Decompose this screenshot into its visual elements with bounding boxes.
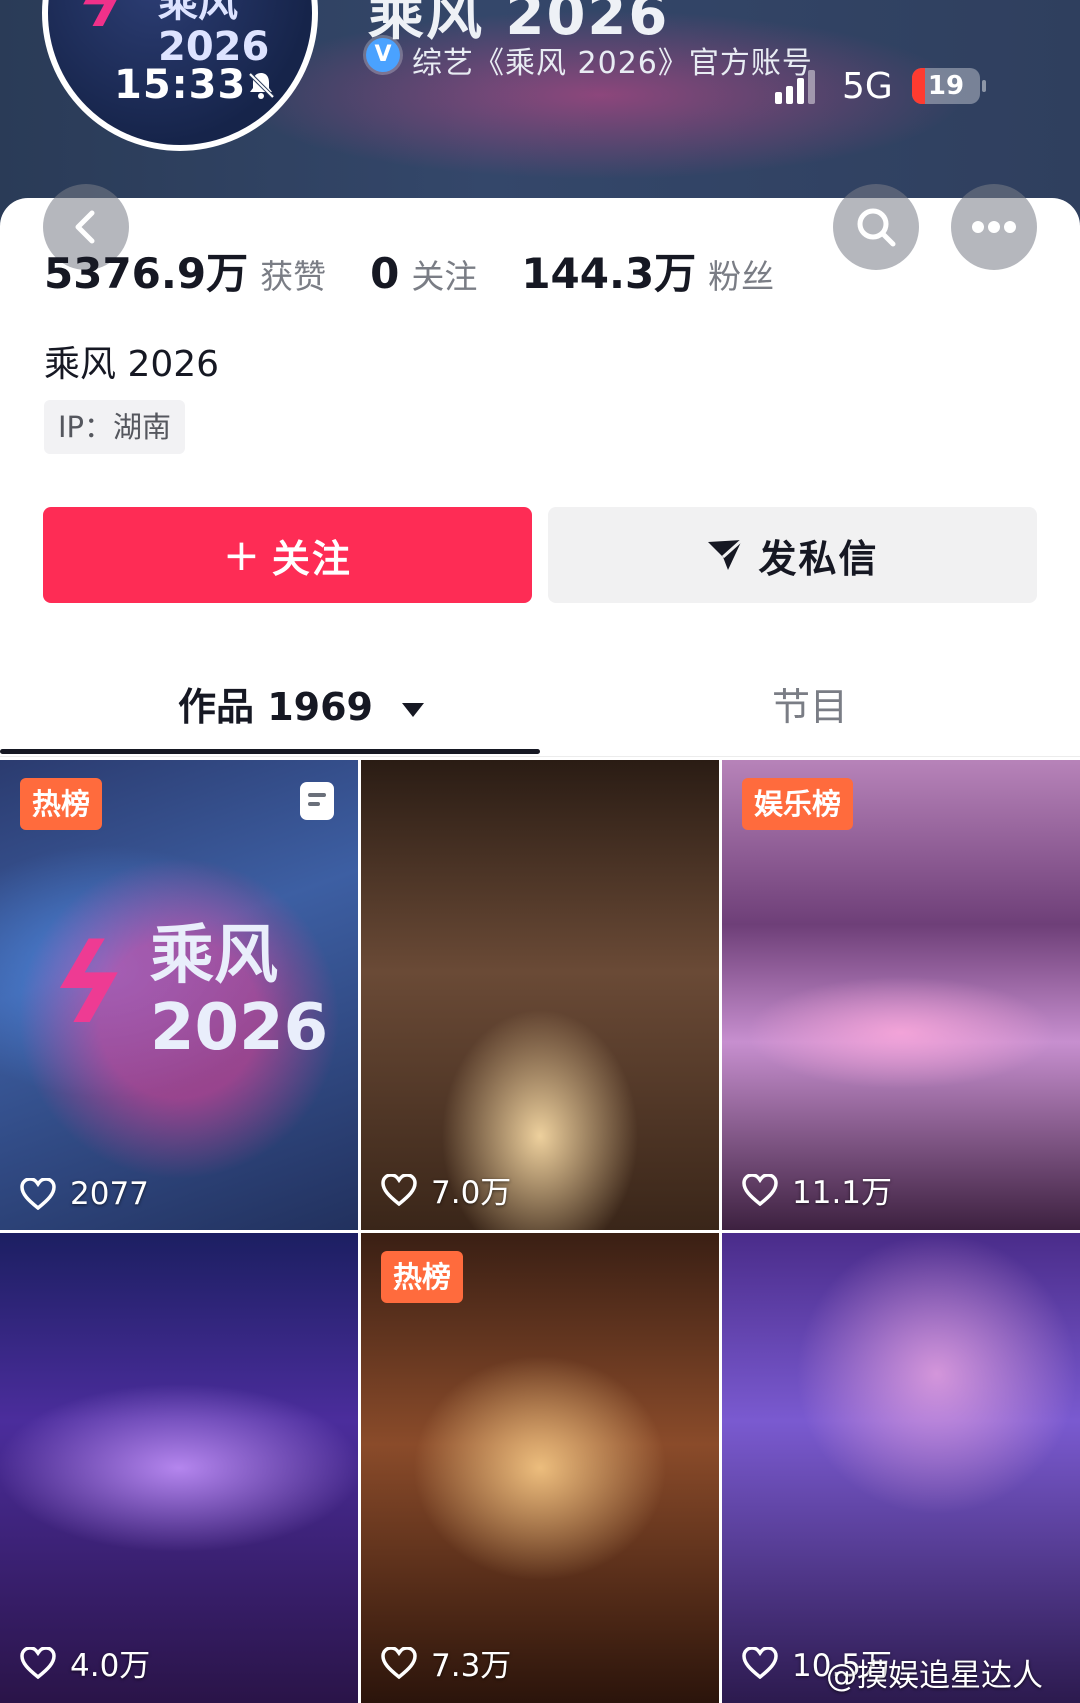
video-grid: ϟ 乘风 2026 热榜 2077 7.0万 娱乐榜 11.1万 4.0万 热榜 bbox=[0, 760, 1080, 1703]
video-thumb[interactable]: ϟ 乘风 2026 热榜 2077 bbox=[0, 760, 358, 1230]
battery-number: 19 bbox=[927, 71, 965, 101]
message-button[interactable]: 发私信 bbox=[548, 507, 1037, 603]
video-thumb[interactable]: 4.0万 bbox=[0, 1233, 358, 1703]
caret-down-icon bbox=[402, 702, 425, 717]
verified-icon: V bbox=[366, 38, 400, 72]
search-icon bbox=[857, 208, 896, 247]
video-thumb[interactable]: 娱乐榜 11.1万 bbox=[722, 760, 1080, 1230]
cover-logo-text: 乘风 2026 bbox=[150, 919, 329, 1065]
following-count[interactable]: 0 bbox=[370, 249, 399, 298]
send-icon bbox=[708, 538, 744, 570]
battery-icon: 19 bbox=[912, 68, 980, 104]
like-count: 4.0万 bbox=[20, 1640, 150, 1685]
plus-icon: + bbox=[223, 529, 262, 581]
like-count: 2077 bbox=[20, 1176, 149, 1212]
video-thumb[interactable]: 热榜 7.3万 bbox=[361, 1233, 719, 1703]
avatar-logo-text: 乘风 2026 bbox=[158, 0, 270, 70]
hot-badge: 热榜 bbox=[381, 1251, 464, 1303]
nickname: 乘风 2026 bbox=[44, 344, 220, 385]
tab-underline bbox=[0, 749, 540, 754]
heart-icon bbox=[742, 1173, 778, 1206]
video-thumb[interactable]: 10.5万 bbox=[722, 1233, 1080, 1703]
like-count-text: 11.1万 bbox=[792, 1175, 893, 1211]
likes-count: 5376.9万 bbox=[44, 249, 249, 298]
like-count: 11.1万 bbox=[742, 1167, 892, 1212]
status-time: 15:33 bbox=[114, 62, 247, 108]
more-dots-icon bbox=[972, 221, 1016, 233]
cover-logo-bolt: ϟ bbox=[36, 920, 141, 1048]
like-count-text: 7.3万 bbox=[431, 1648, 512, 1684]
bell-mute-icon bbox=[246, 70, 276, 108]
watermark: @摸娱追星达人 bbox=[826, 1658, 1043, 1694]
hot-badge: 热榜 bbox=[20, 778, 103, 830]
avatar-logo-bolt: ϟ bbox=[69, 0, 133, 43]
signal-icon bbox=[775, 70, 815, 104]
tab-shows[interactable]: 节目 bbox=[772, 676, 848, 731]
verification-text: 综艺《乘风 2026》官方账号 bbox=[412, 46, 813, 81]
more-button[interactable] bbox=[951, 184, 1037, 270]
like-count-text: 7.0万 bbox=[431, 1175, 512, 1211]
heart-icon bbox=[742, 1646, 778, 1679]
heart-icon bbox=[20, 1178, 56, 1210]
followers-label[interactable]: 粉丝 bbox=[708, 257, 774, 296]
battery-tip bbox=[982, 80, 986, 92]
heart-icon bbox=[381, 1646, 417, 1679]
message-label: 发私信 bbox=[758, 536, 879, 581]
likes-label: 获赞 bbox=[260, 257, 327, 296]
tab-divider bbox=[0, 756, 1080, 757]
tab-works-label: 作品 1969 bbox=[178, 685, 373, 729]
like-count: 7.0万 bbox=[381, 1167, 511, 1212]
follow-button[interactable]: + 关注 bbox=[43, 507, 532, 603]
like-count-text: 4.0万 bbox=[70, 1648, 151, 1684]
note-icon bbox=[300, 782, 334, 820]
like-count-text: 2077 bbox=[70, 1176, 149, 1212]
stats-row: 5376.9万 获赞 0 关注 144.3万 粉丝 bbox=[44, 240, 818, 301]
like-count: 7.3万 bbox=[381, 1640, 511, 1685]
search-button[interactable] bbox=[833, 184, 919, 270]
entertainment-badge: 娱乐榜 bbox=[742, 778, 854, 830]
followers-count[interactable]: 144.3万 bbox=[521, 249, 696, 298]
follow-label: 关注 bbox=[271, 536, 352, 581]
tab-works[interactable]: 作品 1969 bbox=[178, 676, 425, 731]
network-type: 5G bbox=[842, 66, 893, 107]
ip-tag: IP：湖南 bbox=[44, 400, 186, 454]
heart-icon bbox=[381, 1173, 417, 1206]
following-label[interactable]: 关注 bbox=[411, 257, 477, 296]
heart-icon bbox=[20, 1646, 56, 1679]
video-thumb[interactable]: 7.0万 bbox=[361, 760, 719, 1230]
